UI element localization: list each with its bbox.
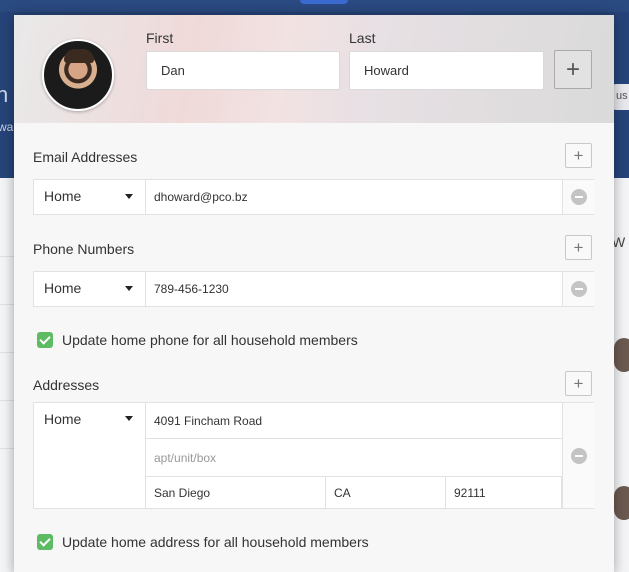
email-type-value: Home bbox=[44, 188, 82, 204]
caret-down-icon bbox=[125, 416, 133, 421]
phone-input[interactable]: 789-456-1230 bbox=[154, 272, 229, 306]
city-input[interactable]: San Diego bbox=[146, 477, 326, 509]
background-divider bbox=[0, 448, 14, 449]
edit-person-modal: First Dan Last Howard + Email Addresses … bbox=[14, 15, 614, 572]
remove-email-button[interactable] bbox=[562, 180, 594, 214]
background-divider bbox=[0, 304, 14, 305]
state-input[interactable]: CA bbox=[326, 477, 446, 509]
plus-icon: + bbox=[573, 146, 584, 165]
plus-icon: + bbox=[573, 374, 584, 393]
minus-circle-icon bbox=[571, 281, 587, 297]
address-section-title: Addresses bbox=[33, 377, 100, 393]
first-name-label: First bbox=[146, 30, 174, 46]
street-input[interactable]: 4091 Fincham Road bbox=[146, 403, 562, 439]
email-section-title: Email Addresses bbox=[33, 149, 138, 165]
background-header-text: h bbox=[0, 82, 9, 107]
update-address-checkbox[interactable] bbox=[37, 534, 53, 550]
remove-phone-button[interactable] bbox=[562, 272, 594, 306]
email-row: Home dhoward@pco.bz bbox=[33, 179, 594, 215]
address-row: Home 4091 Fincham Road apt/unit/box San … bbox=[33, 402, 594, 509]
caret-down-icon bbox=[125, 286, 133, 291]
add-phone-button[interactable]: + bbox=[565, 235, 592, 260]
modal-header: First Dan Last Howard + bbox=[14, 15, 614, 123]
phone-type-value: Home bbox=[44, 280, 82, 296]
update-address-label: Update home address for all household me… bbox=[62, 534, 369, 550]
background-divider bbox=[0, 352, 14, 353]
background-avatar bbox=[614, 486, 629, 520]
background-divider bbox=[0, 256, 14, 257]
topbar-indicator bbox=[300, 0, 348, 4]
email-type-select[interactable]: Home bbox=[34, 180, 146, 214]
plus-icon: + bbox=[573, 238, 584, 257]
address-type-value: Home bbox=[44, 411, 82, 427]
background-divider bbox=[0, 400, 14, 401]
phone-row: Home 789-456-1230 bbox=[33, 271, 594, 307]
background-chip: us bbox=[612, 84, 629, 110]
apt-input[interactable]: apt/unit/box bbox=[146, 439, 562, 477]
remove-address-button[interactable] bbox=[562, 403, 594, 508]
add-email-button[interactable]: + bbox=[565, 143, 592, 168]
plus-icon: + bbox=[565, 55, 580, 83]
minus-circle-icon bbox=[571, 189, 587, 205]
phone-section-title: Phone Numbers bbox=[33, 241, 135, 257]
add-address-button[interactable]: + bbox=[565, 371, 592, 396]
last-name-input[interactable]: Howard bbox=[349, 51, 544, 90]
phone-type-select[interactable]: Home bbox=[34, 272, 146, 306]
background-avatar bbox=[614, 338, 629, 372]
minus-circle-icon bbox=[571, 448, 587, 464]
update-phone-checkbox[interactable] bbox=[37, 332, 53, 348]
last-name-label: Last bbox=[349, 30, 376, 46]
email-input[interactable]: dhoward@pco.bz bbox=[154, 180, 248, 214]
update-address-household-option[interactable]: Update home address for all household me… bbox=[37, 534, 369, 550]
avatar[interactable] bbox=[42, 39, 114, 111]
add-name-field-button[interactable]: + bbox=[554, 50, 592, 89]
first-name-input[interactable]: Dan bbox=[146, 51, 340, 90]
update-phone-household-option[interactable]: Update home phone for all household memb… bbox=[37, 332, 358, 348]
caret-down-icon bbox=[125, 194, 133, 199]
background-header-subtext: wa bbox=[0, 120, 14, 134]
update-phone-label: Update home phone for all household memb… bbox=[62, 332, 358, 348]
zip-input[interactable]: 92111 bbox=[446, 477, 562, 509]
background-topbar bbox=[0, 0, 629, 12]
address-type-select[interactable]: Home bbox=[34, 403, 146, 509]
